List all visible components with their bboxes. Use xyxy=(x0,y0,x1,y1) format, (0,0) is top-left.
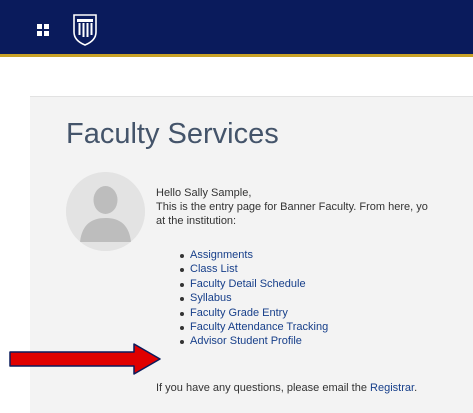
list-item: Syllabus xyxy=(178,291,328,305)
link-advisor-student-profile[interactable]: Advisor Student Profile xyxy=(190,335,302,347)
link-syllabus[interactable]: Syllabus xyxy=(190,292,232,304)
header-accent-line xyxy=(0,54,473,57)
link-faculty-detail-schedule[interactable]: Faculty Detail Schedule xyxy=(190,278,306,290)
university-logo-icon[interactable] xyxy=(71,12,99,46)
list-item: Faculty Detail Schedule xyxy=(178,277,328,291)
footer-text: If you have any questions, please email … xyxy=(156,382,417,394)
greeting-line: Hello Sally Sample, xyxy=(156,187,252,199)
link-faculty-grade-entry[interactable]: Faculty Grade Entry xyxy=(190,307,288,319)
top-navigation-bar xyxy=(0,0,473,57)
footer-suffix: . xyxy=(414,382,418,394)
user-avatar-icon xyxy=(66,172,145,251)
list-item: Faculty Attendance Tracking xyxy=(178,320,328,334)
registrar-link[interactable]: Registrar xyxy=(370,382,414,394)
apps-grid-icon[interactable] xyxy=(37,24,49,36)
intro-line-2: at the institution: xyxy=(156,215,237,227)
list-item: Assignments xyxy=(178,248,328,262)
link-assignments[interactable]: Assignments xyxy=(190,249,253,261)
intro-text: Hello Sally Sample, This is the entry pa… xyxy=(156,186,473,228)
footer-prefix: If you have any questions, please email … xyxy=(156,382,371,394)
faculty-links-list: Assignments Class List Faculty Detail Sc… xyxy=(178,248,328,349)
page-title: Faculty Services xyxy=(66,118,279,150)
link-faculty-attendance-tracking[interactable]: Faculty Attendance Tracking xyxy=(190,321,328,333)
intro-line-1: This is the entry page for Banner Facult… xyxy=(156,201,428,213)
red-arrow-icon xyxy=(9,343,161,375)
list-item: Faculty Grade Entry xyxy=(178,306,328,320)
link-class-list[interactable]: Class List xyxy=(190,263,238,275)
list-item: Advisor Student Profile xyxy=(178,334,328,348)
list-item: Class List xyxy=(178,262,328,276)
